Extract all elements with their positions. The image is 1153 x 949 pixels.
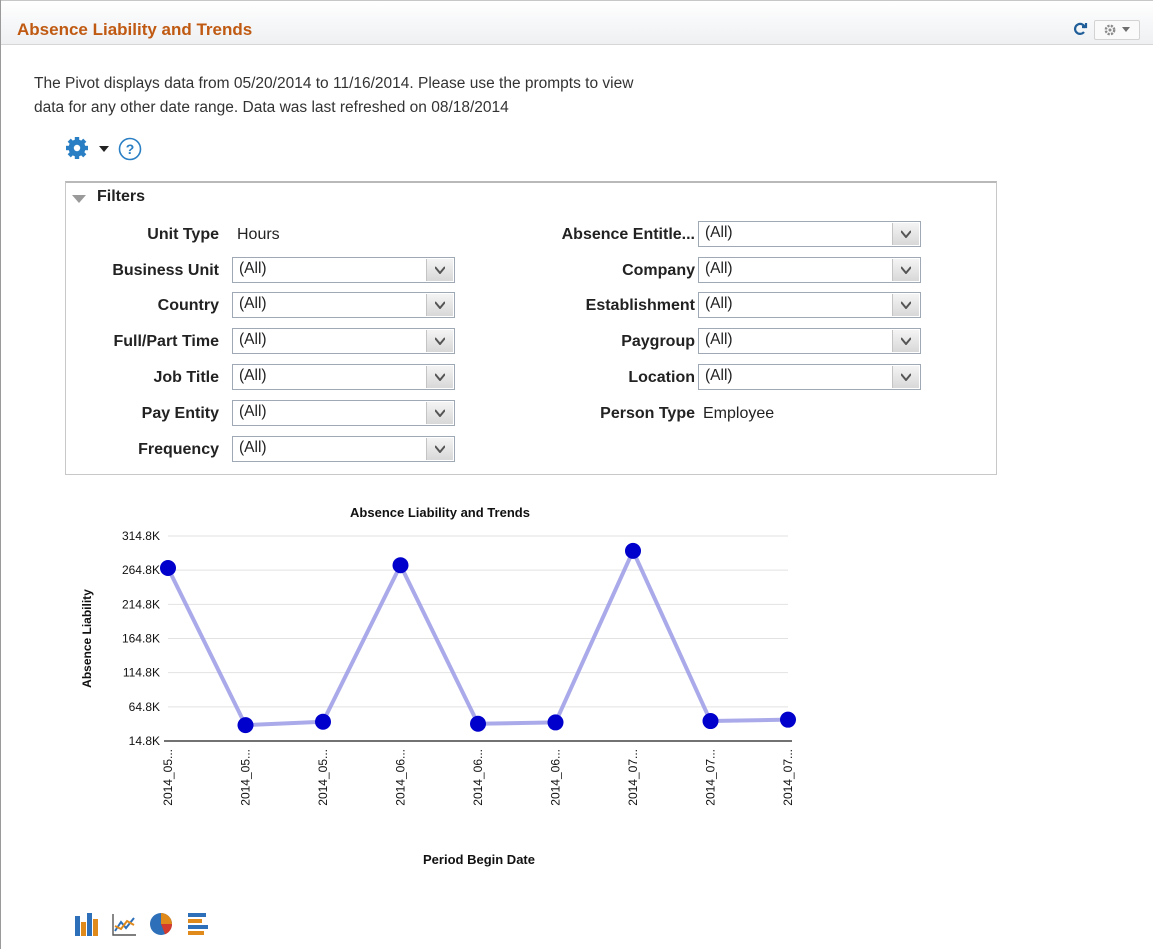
job-title-select[interactable]: (All)	[232, 364, 455, 390]
y-tick-label: 114.8K	[123, 666, 160, 680]
select-value: (All)	[239, 403, 267, 420]
horizontal-bar-chart-icon[interactable]	[186, 910, 212, 938]
x-tick-label: 2014_05...	[161, 749, 175, 806]
filter-label-location: Location	[628, 369, 695, 386]
chevron-down-icon[interactable]	[426, 366, 453, 388]
y-tick-label: 64.8K	[129, 700, 160, 714]
chevron-down-icon[interactable]	[426, 294, 453, 316]
x-axis-label: Period Begin Date	[423, 852, 535, 867]
pagelet-title: Absence Liability and Trends	[17, 20, 253, 39]
pagelet-header: Absence Liability and Trends	[1, 1, 1153, 45]
select-value: (All)	[705, 224, 733, 241]
options-caret-icon[interactable]	[99, 146, 109, 152]
chevron-down-icon[interactable]	[892, 294, 919, 316]
filter-label-job-title: Job Title	[153, 369, 220, 386]
data-point	[315, 713, 331, 730]
chevron-down-icon[interactable]	[426, 259, 453, 281]
select-value: (All)	[239, 367, 267, 384]
select-value: (All)	[705, 260, 733, 277]
filter-label-company: Company	[622, 262, 695, 279]
select-value: (All)	[239, 331, 267, 348]
line-chart: Absence Liability and Trends 314.8K 264.8K…	[80, 505, 796, 867]
help-icon[interactable]: ?	[118, 137, 142, 161]
filter-label-absence-entitlement: Absence Entitle...	[561, 226, 695, 243]
data-point	[160, 559, 176, 576]
x-tick-label: 2014_07...	[781, 749, 795, 806]
full-part-time-select[interactable]: (All)	[232, 328, 455, 354]
gear-icon[interactable]	[66, 137, 90, 159]
filter-label-establishment: Establishment	[585, 297, 695, 314]
select-value: (All)	[239, 260, 267, 277]
x-tick-label: 2014_06...	[471, 749, 485, 806]
x-tick-label: 2014_07...	[704, 749, 718, 806]
filter-label-country: Country	[157, 297, 219, 314]
absence-entitlement-select[interactable]: (All)	[698, 221, 921, 247]
data-point	[625, 542, 641, 559]
chart-title: Absence Liability and Trends	[350, 505, 530, 520]
description-line-1: The Pivot displays data from 05/20/2014 …	[34, 75, 634, 92]
data-point	[392, 557, 409, 574]
chevron-down-icon[interactable]	[426, 402, 453, 424]
y-tick-label: 214.8K	[122, 597, 160, 611]
y-tick-label: 264.8K	[122, 563, 160, 577]
data-point	[702, 713, 719, 730]
gear-dropdown-icon[interactable]	[1094, 20, 1140, 40]
select-value: (All)	[705, 367, 733, 384]
filter-label-person-type: Person Type	[600, 405, 695, 422]
y-tick-label: 164.8K	[122, 632, 160, 646]
chevron-down-icon[interactable]	[892, 330, 919, 352]
pay-entity-select[interactable]: (All)	[232, 400, 455, 426]
data-point	[547, 714, 564, 731]
x-tick-label: 2014_06...	[549, 749, 563, 806]
filter-label-unit-type: Unit Type	[147, 226, 219, 243]
data-point	[470, 715, 486, 732]
refresh-icon[interactable]	[1072, 21, 1088, 37]
filter-label-full-part-time: Full/Part Time	[113, 333, 219, 350]
svg-text:?: ?	[126, 141, 135, 157]
paygroup-select[interactable]: (All)	[698, 328, 921, 354]
description-text: The Pivot displays data from 05/20/2014 …	[34, 72, 794, 120]
pie-chart-icon[interactable]	[149, 910, 175, 938]
chevron-down-icon[interactable]	[426, 330, 453, 352]
country-select[interactable]: (All)	[232, 292, 455, 318]
y-axis-label: Absence Liability	[80, 589, 94, 688]
x-tick-label: 2014_05...	[239, 749, 253, 806]
x-tick-label: 2014_05...	[316, 749, 330, 806]
location-select[interactable]: (All)	[698, 364, 921, 390]
filter-label-frequency: Frequency	[138, 441, 219, 458]
filter-label-paygroup: Paygroup	[621, 333, 695, 350]
select-value: (All)	[239, 295, 267, 312]
chevron-down-icon[interactable]	[426, 438, 453, 460]
chevron-down-icon[interactable]	[892, 259, 919, 281]
filter-value-person-type: Employee	[703, 405, 775, 422]
y-tick-label: 14.8K	[129, 734, 160, 748]
y-tick-label: 314.8K	[122, 529, 160, 543]
filters-title[interactable]: Filters	[97, 188, 145, 206]
select-value: (All)	[239, 439, 267, 456]
select-value: (All)	[705, 331, 733, 348]
chevron-down-icon[interactable]	[892, 223, 919, 245]
company-select[interactable]: (All)	[698, 257, 921, 283]
select-value: (All)	[705, 295, 733, 312]
business-unit-select[interactable]: (All)	[232, 257, 455, 283]
chevron-down-icon[interactable]	[892, 366, 919, 388]
description-line-2: data for any other date range. Data was …	[34, 99, 509, 116]
data-point	[780, 711, 796, 728]
filter-value-unit-type: Hours	[237, 226, 280, 243]
bar-chart-icon[interactable]	[74, 910, 100, 938]
filter-label-pay-entity: Pay Entity	[141, 405, 219, 422]
data-point	[237, 717, 254, 734]
x-tick-label: 2014_06...	[394, 749, 408, 806]
collapse-triangle-icon[interactable]	[72, 195, 86, 203]
panel-left-border	[0, 0, 1, 949]
establishment-select[interactable]: (All)	[698, 292, 921, 318]
filter-label-business-unit: Business Unit	[112, 262, 219, 279]
frequency-select[interactable]: (All)	[232, 436, 455, 462]
x-tick-label: 2014_07...	[626, 749, 640, 806]
line-chart-icon[interactable]	[111, 910, 137, 938]
